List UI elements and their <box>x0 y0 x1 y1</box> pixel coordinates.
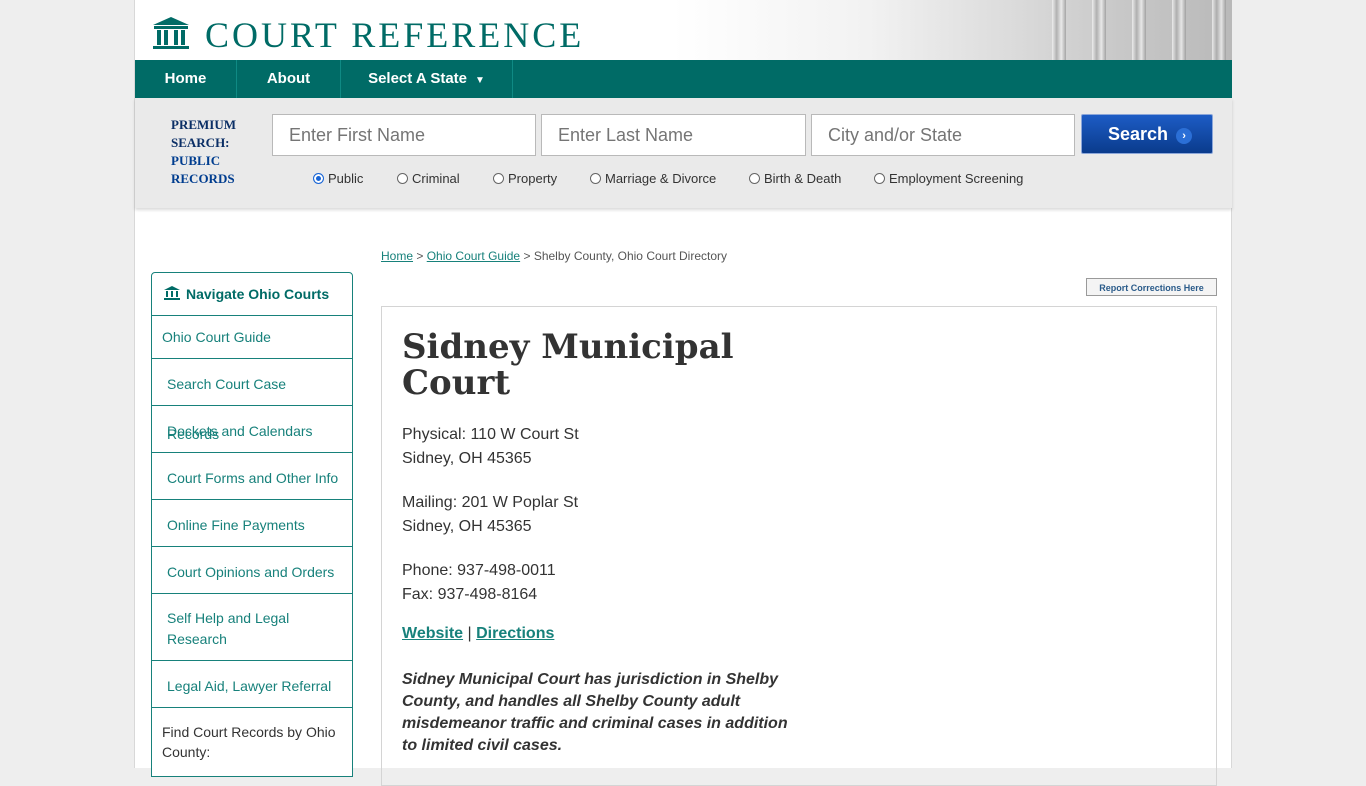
radio-employment-screening[interactable]: Employment Screening <box>874 171 1023 186</box>
premium-search-label: PREMIUM SEARCH: PUBLIC RECORDS <box>171 116 236 188</box>
link-separator: | <box>467 625 472 642</box>
premium-search-bar: PREMIUM SEARCH: PUBLIC RECORDS Search › P… <box>135 98 1232 208</box>
breadcrumb-ohio-guide-link[interactable]: Ohio Court Guide <box>427 249 520 263</box>
navigate-courts-sidebar: Navigate Ohio Courts Ohio Court Guide Se… <box>151 272 353 777</box>
nav-home[interactable]: Home <box>135 60 237 98</box>
courthouse-icon <box>164 286 180 300</box>
sidebar-item-self-help-legal-research[interactable]: Self Help and Legal Research <box>152 594 352 661</box>
sidebar-item-ohio-court-guide[interactable]: Ohio Court Guide <box>152 316 352 359</box>
mailing-address-line: Mailing: 201 W Poplar St <box>402 494 579 511</box>
radio-label: Birth & Death <box>764 171 842 186</box>
website-link[interactable]: Website <box>402 625 463 642</box>
courthouse-logo-icon[interactable] <box>151 16 191 52</box>
page-container: COURT REFERENCE Home About Select A Stat… <box>134 0 1232 786</box>
main-nav: Home About Select A State ▼ <box>135 60 1232 98</box>
mailing-address: Mailing: 201 W Poplar St Sidney, OH 4536… <box>402 491 578 539</box>
header-columns-image <box>672 0 1232 60</box>
radio-dot[interactable] <box>493 173 504 184</box>
city-state-input[interactable] <box>811 114 1075 156</box>
physical-address-line: Sidney, OH 45365 <box>402 450 532 467</box>
radio-dot[interactable] <box>397 173 408 184</box>
page-title: Sidney Municipal Court <box>402 327 734 403</box>
phone-number: Phone: 937-498-0011 <box>402 562 556 579</box>
radio-public[interactable]: Public <box>313 171 363 186</box>
breadcrumb: Home > Ohio Court Guide > Shelby County,… <box>381 249 727 263</box>
nav-select-state[interactable]: Select A State ▼ <box>341 60 513 98</box>
sidebar-item-court-forms[interactable]: Court Forms and Other Info <box>152 453 352 500</box>
radio-dot-selected[interactable] <box>313 173 324 184</box>
contact-numbers: Phone: 937-498-0011 Fax: 937-498-8164 <box>402 559 556 607</box>
radio-marriage-divorce[interactable]: Marriage & Divorce <box>590 171 716 186</box>
sidebar-item-legal-aid[interactable]: Legal Aid, Lawyer Referral <box>152 661 352 708</box>
physical-address-line: Physical: 110 W Court St <box>402 426 579 443</box>
nav-select-state-label: Select A State <box>368 70 468 87</box>
radio-label: Public <box>328 171 364 186</box>
court-description: Sidney Municipal Court has jurisdiction … <box>402 671 788 754</box>
breadcrumb-separator: > <box>523 249 531 263</box>
radio-dot[interactable] <box>590 173 601 184</box>
radio-dot[interactable] <box>749 173 760 184</box>
radio-label: Property <box>508 171 558 186</box>
radio-criminal[interactable]: Criminal <box>397 171 460 186</box>
sidebar-item-court-opinions-orders[interactable]: Court Opinions and Orders <box>152 547 352 594</box>
chevron-right-icon: › <box>1176 128 1193 144</box>
first-name-input[interactable] <box>272 114 536 156</box>
search-button-label: Search <box>1108 124 1169 144</box>
nav-about[interactable]: About <box>237 60 341 98</box>
fax-number: Fax: 937-498-8164 <box>402 586 538 603</box>
radio-label: Employment Screening <box>889 171 1024 186</box>
premium-label-line: PREMIUM <box>171 117 236 132</box>
court-links: Website | Directions <box>402 625 554 643</box>
radio-birth-death[interactable]: Birth & Death <box>749 171 841 186</box>
radio-label: Marriage & Divorce <box>605 171 717 186</box>
premium-label-line: SEARCH: <box>171 135 230 150</box>
radio-dot[interactable] <box>874 173 885 184</box>
breadcrumb-current: Shelby County, Ohio Court Directory <box>533 249 728 263</box>
breadcrumb-home-link[interactable]: Home <box>381 249 413 263</box>
site-logo-text[interactable]: COURT REFERENCE <box>205 14 584 56</box>
sidebar-item-dockets-calendars[interactable]: Dockets and Calendars <box>152 406 352 453</box>
mailing-address-line: Sidney, OH 45365 <box>402 518 532 535</box>
sidebar-heading-label: Navigate Ohio Courts <box>186 286 330 302</box>
report-corrections-button[interactable]: Report Corrections Here <box>1086 278 1217 296</box>
find-records-by-county-label: Find Court Records by Ohio County: <box>162 724 336 760</box>
premium-label-line: PUBLIC <box>171 153 221 168</box>
last-name-input[interactable] <box>541 114 806 156</box>
radio-label: Criminal <box>412 171 460 186</box>
sidebar-item-online-fine-payments[interactable]: Online Fine Payments <box>152 500 352 547</box>
physical-address: Physical: 110 W Court St Sidney, OH 4536… <box>402 423 579 471</box>
directions-link[interactable]: Directions <box>476 625 554 642</box>
sidebar-heading: Navigate Ohio Courts <box>152 273 352 316</box>
caret-down-icon: ▼ <box>475 75 485 86</box>
court-detail-card: Sidney Municipal Court Physical: 110 W C… <box>381 306 1217 786</box>
sidebar-item-search-court-case-records[interactable]: Search Court Case Records <box>152 359 352 442</box>
search-button[interactable]: Search › <box>1081 114 1213 154</box>
radio-property[interactable]: Property <box>493 171 557 186</box>
premium-label-line: RECORDS <box>171 171 235 186</box>
site-header: COURT REFERENCE <box>135 0 1232 60</box>
breadcrumb-separator: > <box>416 249 424 263</box>
